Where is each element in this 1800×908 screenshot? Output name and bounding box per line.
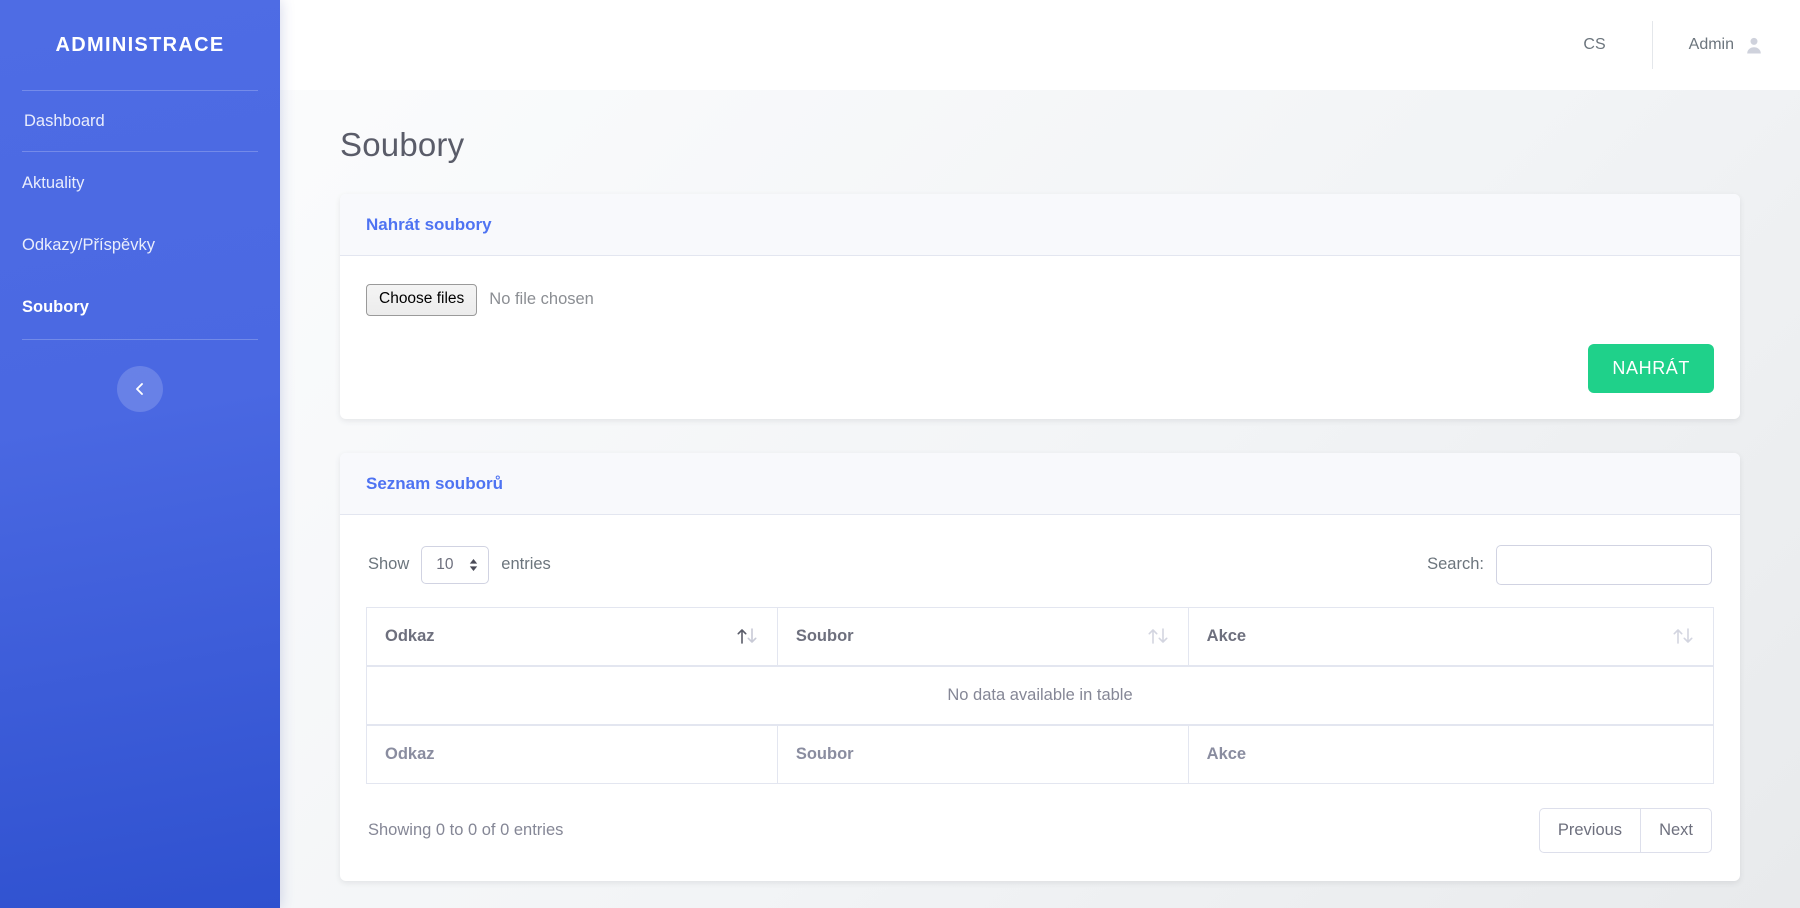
sort-arrows-icon-akce — [1671, 627, 1697, 645]
page-length-select[interactable]: 10 — [421, 546, 489, 584]
sort-arrows-icon-odkaz — [735, 627, 761, 645]
column-header-akce-label: Akce — [1207, 627, 1246, 645]
show-label: Show — [368, 555, 409, 574]
datatable-info: Showing 0 to 0 of 0 entries — [368, 821, 563, 840]
chevron-left-icon — [131, 380, 149, 398]
sidebar: ADMINISTRACE Dashboard Aktuality Odkazy/… — [0, 0, 280, 908]
page-body: Soubory Nahrát soubory Choose files No f… — [280, 90, 1800, 908]
file-chosen-label: No file chosen — [489, 290, 594, 309]
page-length-control: Show 10 entries — [368, 546, 551, 584]
column-header-odkaz[interactable]: Odkaz — [367, 607, 778, 666]
upload-card-header: Nahrát soubory — [340, 194, 1740, 256]
topbar-divider — [1652, 21, 1653, 69]
choose-files-button[interactable]: Choose files — [366, 284, 477, 316]
file-input-row: Choose files No file chosen — [366, 282, 1714, 316]
sidebar-collapse-button[interactable] — [117, 366, 163, 412]
files-table: Odkaz Soubor — [366, 607, 1714, 784]
sidebar-item-aktuality[interactable]: Aktuality — [0, 152, 280, 214]
upload-actions: NAHRÁT — [366, 316, 1714, 393]
upload-card-body: Choose files No file chosen NAHRÁT — [340, 256, 1740, 419]
entries-label: entries — [501, 555, 551, 574]
datatable-footer: Showing 0 to 0 of 0 entries Previous Nex… — [366, 784, 1714, 855]
column-header-odkaz-label: Odkaz — [385, 627, 435, 645]
sidebar-item-odkazy-prispevky[interactable]: Odkazy/Příspěvky — [0, 214, 280, 276]
column-header-soubor[interactable]: Soubor — [777, 607, 1188, 666]
search-input[interactable] — [1496, 545, 1712, 585]
sidebar-item-soubory[interactable]: Soubory — [0, 276, 280, 338]
search-control: Search: — [1427, 545, 1712, 585]
spinner-arrows-icon — [468, 557, 479, 573]
user-avatar-icon — [1744, 35, 1764, 55]
table-footer-row: Odkaz Soubor Akce — [367, 725, 1714, 784]
sort-arrows-icon-soubor — [1146, 627, 1172, 645]
user-menu-label: Admin — [1689, 36, 1734, 54]
language-switcher[interactable]: CS — [1569, 30, 1619, 60]
page-length-value: 10 — [436, 556, 453, 574]
upload-submit-button[interactable]: NAHRÁT — [1588, 344, 1714, 393]
table-header-row: Odkaz Soubor — [367, 607, 1714, 666]
user-menu[interactable]: Admin — [1689, 35, 1766, 55]
column-header-akce[interactable]: Akce — [1188, 607, 1713, 666]
page-title: Soubory — [340, 126, 1800, 164]
footer-column-odkaz: Odkaz — [367, 725, 778, 784]
footer-column-akce: Akce — [1188, 725, 1713, 784]
files-table-body: No data available in table — [367, 666, 1714, 725]
empty-table-message: No data available in table — [367, 666, 1714, 725]
table-row-empty: No data available in table — [367, 666, 1714, 725]
file-list-card: Seznam souborů Show 10 — [340, 453, 1740, 881]
sidebar-collapse-wrap — [0, 340, 280, 412]
content-area: CS Admin Soubory Nahrát soubory — [280, 0, 1800, 908]
file-list-card-header: Seznam souborů — [340, 453, 1740, 515]
file-input[interactable]: Choose files No file chosen — [366, 284, 594, 316]
pagination-next-button[interactable]: Next — [1640, 808, 1712, 853]
admin-app: ADMINISTRACE Dashboard Aktuality Odkazy/… — [0, 0, 1800, 908]
sidebar-nav: Dashboard Aktuality Odkazy/Příspěvky Sou… — [0, 91, 280, 340]
files-table-head: Odkaz Soubor — [367, 607, 1714, 666]
file-list-card-body: Show 10 entries — [340, 515, 1740, 881]
files-table-foot: Odkaz Soubor Akce — [367, 725, 1714, 784]
footer-column-soubor: Soubor — [777, 725, 1188, 784]
upload-card: Nahrát soubory Choose files No file chos… — [340, 194, 1740, 419]
datatable-controls: Show 10 entries — [366, 541, 1714, 607]
search-label: Search: — [1427, 555, 1484, 574]
pagination: Previous Next — [1539, 808, 1712, 853]
brand-title: ADMINISTRACE — [0, 0, 280, 90]
pagination-previous-button[interactable]: Previous — [1539, 808, 1641, 853]
sidebar-item-dashboard[interactable]: Dashboard — [0, 91, 280, 151]
topbar: CS Admin — [280, 0, 1800, 90]
column-header-soubor-label: Soubor — [796, 627, 854, 645]
